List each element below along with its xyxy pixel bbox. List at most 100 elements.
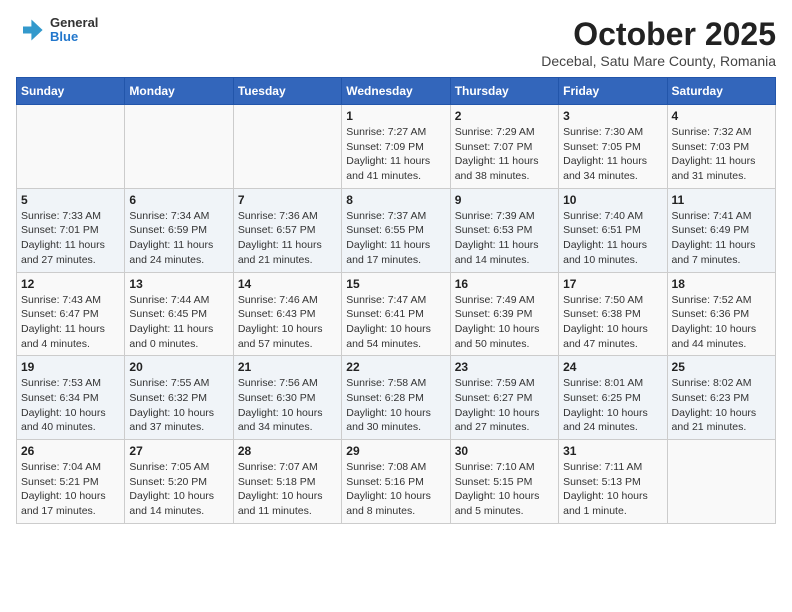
calendar-cell: 12Sunrise: 7:43 AM Sunset: 6:47 PM Dayli… <box>17 272 125 356</box>
day-info: Sunrise: 7:32 AM Sunset: 7:03 PM Dayligh… <box>672 125 771 184</box>
calendar-week-1: 1 Sunrise: 7:27 AM Sunset: 7:09 PM Daylig… <box>17 105 776 189</box>
day-number: 13 <box>129 277 228 291</box>
calendar-cell <box>125 105 233 189</box>
day-info: Sunrise: 7:29 AM Sunset: 7:07 PM Dayligh… <box>455 125 554 184</box>
day-info: Sunrise: 7:08 AM Sunset: 5:16 PM Dayligh… <box>346 460 445 519</box>
day-info: Sunrise: 7:07 AM Sunset: 5:18 PM Dayligh… <box>238 460 337 519</box>
calendar-cell <box>667 440 775 524</box>
day-number: 11 <box>672 193 771 207</box>
weekday-header-tuesday: Tuesday <box>233 78 341 105</box>
calendar-cell: 27 Sunrise: 7:05 AM Sunset: 5:20 PM Dayli… <box>125 440 233 524</box>
month-year-title: October 2025 <box>541 16 776 53</box>
day-number: 29 <box>346 444 445 458</box>
day-info: Sunrise: 7:27 AM Sunset: 7:09 PM Dayligh… <box>346 125 445 184</box>
location-subtitle: Decebal, Satu Mare County, Romania <box>541 53 776 69</box>
day-info: Sunrise: 7:41 AM Sunset: 6:49 PM Dayligh… <box>672 209 771 268</box>
day-info: Sunrise: 7:53 AM Sunset: 6:34 PM Dayligh… <box>21 376 120 435</box>
day-number: 25 <box>672 360 771 374</box>
day-number: 22 <box>346 360 445 374</box>
day-info: Sunrise: 7:56 AM Sunset: 6:30 PM Dayligh… <box>238 376 337 435</box>
day-number: 5 <box>21 193 120 207</box>
day-info: Sunrise: 7:49 AM Sunset: 6:39 PM Dayligh… <box>455 293 554 352</box>
calendar-cell <box>17 105 125 189</box>
calendar-table: SundayMondayTuesdayWednesdayThursdayFrid… <box>16 77 776 524</box>
calendar-cell: 9 Sunrise: 7:39 AM Sunset: 6:53 PM Daylig… <box>450 188 558 272</box>
calendar-cell: 10 Sunrise: 7:40 AM Sunset: 6:51 PM Dayli… <box>559 188 667 272</box>
day-number: 14 <box>238 277 337 291</box>
calendar-cell: 13 Sunrise: 7:44 AM Sunset: 6:45 PM Dayli… <box>125 272 233 356</box>
day-number: 27 <box>129 444 228 458</box>
calendar-cell: 15Sunrise: 7:47 AM Sunset: 6:41 PM Dayli… <box>342 272 450 356</box>
day-number: 18 <box>672 277 771 291</box>
title-block: October 2025 Decebal, Satu Mare County, … <box>541 16 776 69</box>
calendar-cell: 23Sunrise: 7:59 AM Sunset: 6:27 PM Dayli… <box>450 356 558 440</box>
day-number: 3 <box>563 109 662 123</box>
calendar-week-4: 19 Sunrise: 7:53 AM Sunset: 6:34 PM Dayli… <box>17 356 776 440</box>
calendar-cell: 17Sunrise: 7:50 AM Sunset: 6:38 PM Dayli… <box>559 272 667 356</box>
day-info: Sunrise: 7:05 AM Sunset: 5:20 PM Dayligh… <box>129 460 228 519</box>
weekday-header-saturday: Saturday <box>667 78 775 105</box>
page-header: General Blue October 2025 Decebal, Satu … <box>16 16 776 69</box>
calendar-cell: 8 Sunrise: 7:37 AM Sunset: 6:55 PM Daylig… <box>342 188 450 272</box>
calendar-cell: 30Sunrise: 7:10 AM Sunset: 5:15 PM Dayli… <box>450 440 558 524</box>
logo-text: General Blue <box>50 16 98 45</box>
day-number: 8 <box>346 193 445 207</box>
calendar-cell: 2Sunrise: 7:29 AM Sunset: 7:07 PM Daylig… <box>450 105 558 189</box>
day-number: 4 <box>672 109 771 123</box>
day-info: Sunrise: 7:46 AM Sunset: 6:43 PM Dayligh… <box>238 293 337 352</box>
day-info: Sunrise: 7:11 AM Sunset: 5:13 PM Dayligh… <box>563 460 662 519</box>
day-info: Sunrise: 7:50 AM Sunset: 6:38 PM Dayligh… <box>563 293 662 352</box>
calendar-cell: 11 Sunrise: 7:41 AM Sunset: 6:49 PM Dayli… <box>667 188 775 272</box>
day-info: Sunrise: 7:43 AM Sunset: 6:47 PM Dayligh… <box>21 293 120 352</box>
day-info: Sunrise: 7:36 AM Sunset: 6:57 PM Dayligh… <box>238 209 337 268</box>
calendar-cell: 6 Sunrise: 7:34 AM Sunset: 6:59 PM Daylig… <box>125 188 233 272</box>
day-info: Sunrise: 7:44 AM Sunset: 6:45 PM Dayligh… <box>129 293 228 352</box>
logo-icon <box>16 16 44 44</box>
logo-blue: Blue <box>50 30 98 44</box>
calendar-cell: 3Sunrise: 7:30 AM Sunset: 7:05 PM Daylig… <box>559 105 667 189</box>
weekday-header-thursday: Thursday <box>450 78 558 105</box>
calendar-cell: 31 Sunrise: 7:11 AM Sunset: 5:13 PM Dayli… <box>559 440 667 524</box>
weekday-header-row: SundayMondayTuesdayWednesdayThursdayFrid… <box>17 78 776 105</box>
day-number: 24 <box>563 360 662 374</box>
day-number: 1 <box>346 109 445 123</box>
day-info: Sunrise: 7:40 AM Sunset: 6:51 PM Dayligh… <box>563 209 662 268</box>
calendar-cell: 24 Sunrise: 8:01 AM Sunset: 6:25 PM Dayli… <box>559 356 667 440</box>
calendar-cell: 25Sunrise: 8:02 AM Sunset: 6:23 PM Dayli… <box>667 356 775 440</box>
day-number: 10 <box>563 193 662 207</box>
day-number: 21 <box>238 360 337 374</box>
weekday-header-friday: Friday <box>559 78 667 105</box>
day-info: Sunrise: 7:52 AM Sunset: 6:36 PM Dayligh… <box>672 293 771 352</box>
day-info: Sunrise: 8:01 AM Sunset: 6:25 PM Dayligh… <box>563 376 662 435</box>
logo: General Blue <box>16 16 98 45</box>
day-number: 16 <box>455 277 554 291</box>
day-info: Sunrise: 7:37 AM Sunset: 6:55 PM Dayligh… <box>346 209 445 268</box>
calendar-cell: 19 Sunrise: 7:53 AM Sunset: 6:34 PM Dayli… <box>17 356 125 440</box>
day-info: Sunrise: 7:55 AM Sunset: 6:32 PM Dayligh… <box>129 376 228 435</box>
calendar-cell: 26Sunrise: 7:04 AM Sunset: 5:21 PM Dayli… <box>17 440 125 524</box>
calendar-cell: 16 Sunrise: 7:49 AM Sunset: 6:39 PM Dayli… <box>450 272 558 356</box>
day-number: 6 <box>129 193 228 207</box>
day-info: Sunrise: 7:47 AM Sunset: 6:41 PM Dayligh… <box>346 293 445 352</box>
day-number: 9 <box>455 193 554 207</box>
calendar-cell: 20Sunrise: 7:55 AM Sunset: 6:32 PM Dayli… <box>125 356 233 440</box>
calendar-cell: 28 Sunrise: 7:07 AM Sunset: 5:18 PM Dayli… <box>233 440 341 524</box>
day-number: 23 <box>455 360 554 374</box>
day-number: 31 <box>563 444 662 458</box>
day-info: Sunrise: 7:39 AM Sunset: 6:53 PM Dayligh… <box>455 209 554 268</box>
calendar-cell: 14 Sunrise: 7:46 AM Sunset: 6:43 PM Dayli… <box>233 272 341 356</box>
day-info: Sunrise: 7:33 AM Sunset: 7:01 PM Dayligh… <box>21 209 120 268</box>
calendar-week-3: 12Sunrise: 7:43 AM Sunset: 6:47 PM Dayli… <box>17 272 776 356</box>
day-number: 19 <box>21 360 120 374</box>
calendar-week-2: 5 Sunrise: 7:33 AM Sunset: 7:01 PM Daylig… <box>17 188 776 272</box>
weekday-header-wednesday: Wednesday <box>342 78 450 105</box>
day-info: Sunrise: 7:34 AM Sunset: 6:59 PM Dayligh… <box>129 209 228 268</box>
day-info: Sunrise: 7:04 AM Sunset: 5:21 PM Dayligh… <box>21 460 120 519</box>
calendar-cell: 1 Sunrise: 7:27 AM Sunset: 7:09 PM Daylig… <box>342 105 450 189</box>
weekday-header-monday: Monday <box>125 78 233 105</box>
day-number: 30 <box>455 444 554 458</box>
calendar-week-5: 26Sunrise: 7:04 AM Sunset: 5:21 PM Dayli… <box>17 440 776 524</box>
day-number: 28 <box>238 444 337 458</box>
calendar-cell: 29 Sunrise: 7:08 AM Sunset: 5:16 PM Dayli… <box>342 440 450 524</box>
calendar-cell: 22Sunrise: 7:58 AM Sunset: 6:28 PM Dayli… <box>342 356 450 440</box>
